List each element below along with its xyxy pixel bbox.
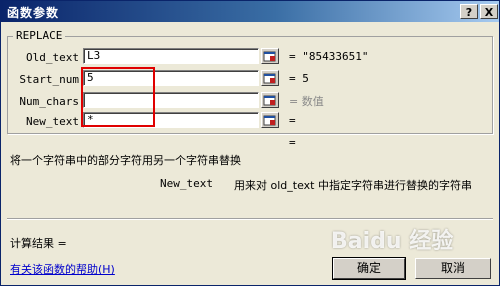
range-select-icon xyxy=(263,51,276,62)
title-bar[interactable]: 函数参数 ? X xyxy=(1,1,499,22)
argument-help-text: 用来对 old_text 中指定字符串进行替换的字符串 xyxy=(234,179,472,192)
start-num-label: Start_num xyxy=(19,73,79,86)
baidu-watermark: Baidu 经验 xyxy=(331,229,454,254)
separator xyxy=(7,218,493,220)
window-title: 函数参数 xyxy=(7,6,60,20)
function-help-link[interactable]: 有关该函数的帮助(H) xyxy=(10,261,115,277)
annotation-highlight-box xyxy=(81,67,155,127)
old-text-result: = "85433651" xyxy=(289,50,369,63)
close-button[interactable]: X xyxy=(480,4,498,19)
range-select-icon xyxy=(263,73,276,84)
new-text-collapse-button[interactable] xyxy=(261,112,279,128)
argument-help-name: New_text xyxy=(160,177,213,190)
ok-button[interactable]: 确定 xyxy=(332,257,406,280)
function-description: 将一个字符串中的部分字符用另一个字符串替换 xyxy=(10,154,241,167)
new-text-result: = xyxy=(289,114,296,127)
range-select-icon xyxy=(263,95,276,106)
start-num-collapse-button[interactable] xyxy=(261,70,279,86)
num-chars-collapse-button[interactable] xyxy=(261,92,279,108)
calc-result-label: 计算结果 = xyxy=(10,237,67,250)
old-text-input[interactable]: L3 xyxy=(83,48,259,64)
function-name-label: REPLACE xyxy=(13,29,66,42)
cancel-button[interactable]: 取消 xyxy=(415,258,491,279)
formula-result-equals: = xyxy=(289,136,296,149)
function-arguments-dialog: 函数参数 ? X REPLACE Old_text L3 = "85433651… xyxy=(0,0,500,286)
start-num-result: = 5 xyxy=(289,72,309,85)
new-text-label: New_text xyxy=(26,115,79,128)
old-text-label: Old_text xyxy=(26,51,79,64)
num-chars-result: = 数值 xyxy=(289,95,324,108)
range-select-icon xyxy=(263,115,276,126)
num-chars-label: Num_chars xyxy=(19,95,79,108)
help-button[interactable]: ? xyxy=(460,4,478,19)
old-text-collapse-button[interactable] xyxy=(261,48,279,64)
